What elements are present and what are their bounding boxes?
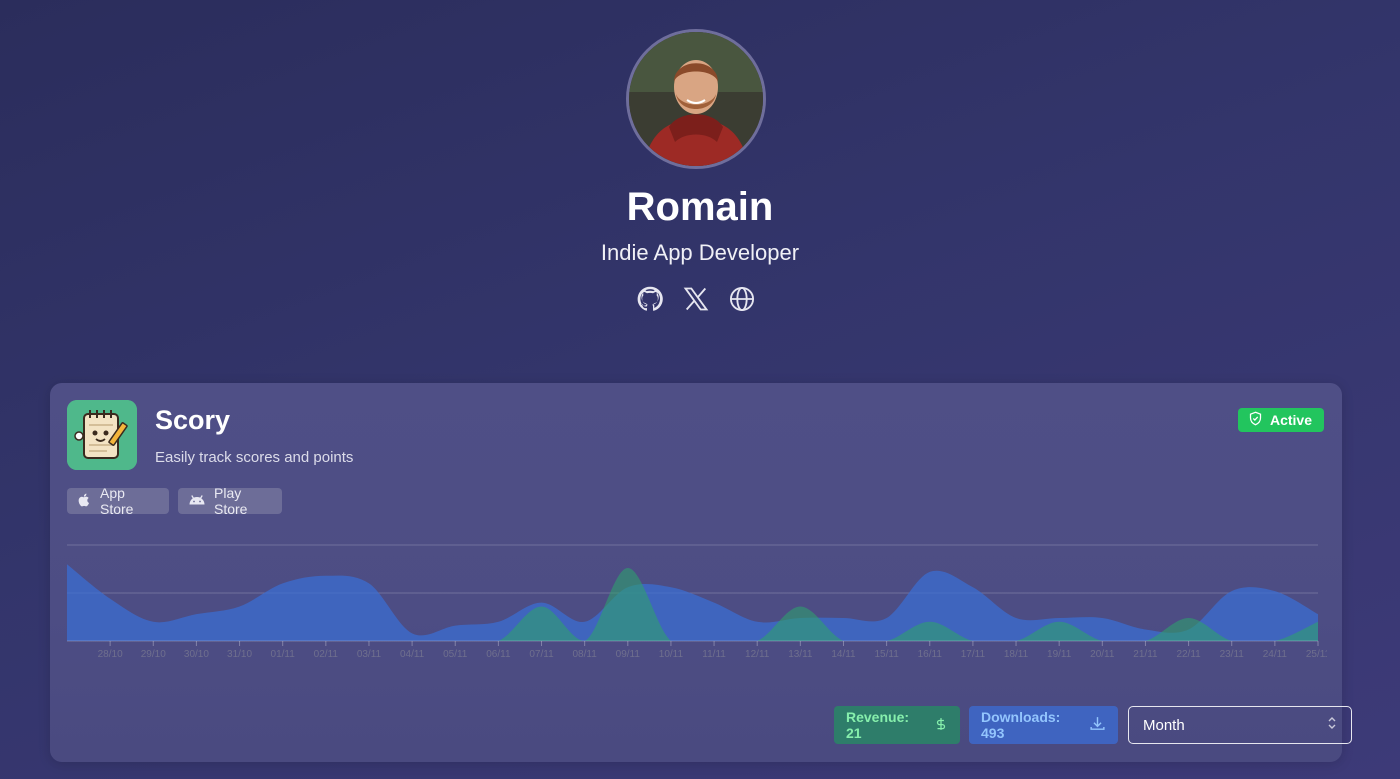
period-select[interactable]: Month: [1128, 706, 1352, 744]
shield-check-icon: [1248, 411, 1263, 429]
x-tick-label: 06/11: [486, 649, 511, 660]
github-icon[interactable]: [636, 285, 664, 313]
x-tick-label: 10/11: [659, 649, 684, 660]
revenue-label: Revenue: 21: [846, 709, 910, 741]
app-card: Scory Easily track scores and points Act…: [50, 383, 1352, 762]
x-tick-label: 09/11: [616, 649, 641, 660]
activity-chart: 28/10 29/10 30/10 31/10 01/11 02/11 03/11 04/11…: [67, 544, 1327, 660]
x-tick-label: 18/11: [1004, 649, 1029, 660]
status-label: Active: [1269, 412, 1312, 428]
app-icon: [67, 400, 137, 470]
x-tick-label: 01/11: [271, 649, 296, 660]
x-tick-label: 30/10: [184, 649, 209, 660]
chevron-up-down-icon: [1327, 716, 1337, 734]
x-tick-label: 28/10: [98, 649, 123, 660]
x-tick-label: 02/11: [314, 649, 339, 660]
profile-name: Romain: [626, 185, 774, 229]
x-tick-label: 25/11: [1306, 649, 1327, 660]
app-title: Scory: [155, 405, 231, 435]
play-store-label: Play Store: [214, 485, 248, 517]
x-tick-label: 14/11: [831, 649, 856, 660]
app-description: Easily track scores and points: [155, 449, 354, 466]
x-tick-label: 12/11: [745, 649, 770, 660]
x-tick-label: 23/11: [1220, 649, 1245, 660]
x-tick-label: 17/11: [961, 649, 986, 660]
x-tick-label: 19/11: [1047, 649, 1072, 660]
x-tick-label: 08/11: [573, 649, 598, 660]
x-tick-label: 05/11: [443, 649, 468, 660]
globe-icon[interactable]: [728, 285, 756, 313]
x-tick-label: 16/11: [918, 649, 943, 660]
status-badge: Active: [1237, 408, 1324, 432]
x-tick-label: 22/11: [1176, 649, 1201, 660]
x-tick-label: 04/11: [400, 649, 425, 660]
social-links: [636, 285, 756, 313]
x-tick-label: 21/11: [1133, 649, 1158, 660]
x-tick-label: 15/11: [874, 649, 899, 660]
x-tick-label: 29/10: [141, 649, 166, 660]
android-icon: [188, 493, 206, 509]
downloads-label: Downloads: 493: [981, 709, 1061, 741]
apple-icon: [77, 492, 92, 511]
x-tick-label: 07/11: [529, 649, 554, 660]
dollar-icon: [934, 716, 948, 735]
x-icon[interactable]: [682, 285, 710, 313]
profile-role: Indie App Developer: [600, 240, 800, 265]
period-select-value: Month: [1143, 716, 1185, 734]
x-tick-label: 24/11: [1263, 649, 1288, 660]
x-tick-label: 11/11: [702, 649, 726, 660]
x-tick-label: 31/10: [227, 649, 252, 660]
avatar: [626, 29, 766, 169]
downloads-area: [67, 564, 1318, 641]
downloads-button[interactable]: Downloads: 493: [969, 706, 1118, 744]
x-tick-label: 20/11: [1090, 649, 1115, 660]
app-store-label: App Store: [100, 485, 134, 517]
app-store-button[interactable]: App Store: [67, 485, 169, 517]
play-store-button[interactable]: Play Store: [178, 485, 282, 517]
x-tick-label: 13/11: [788, 649, 813, 660]
revenue-button[interactable]: Revenue: 21: [834, 706, 960, 744]
download-icon: [1089, 715, 1106, 735]
x-tick-label: 03/11: [357, 649, 382, 660]
